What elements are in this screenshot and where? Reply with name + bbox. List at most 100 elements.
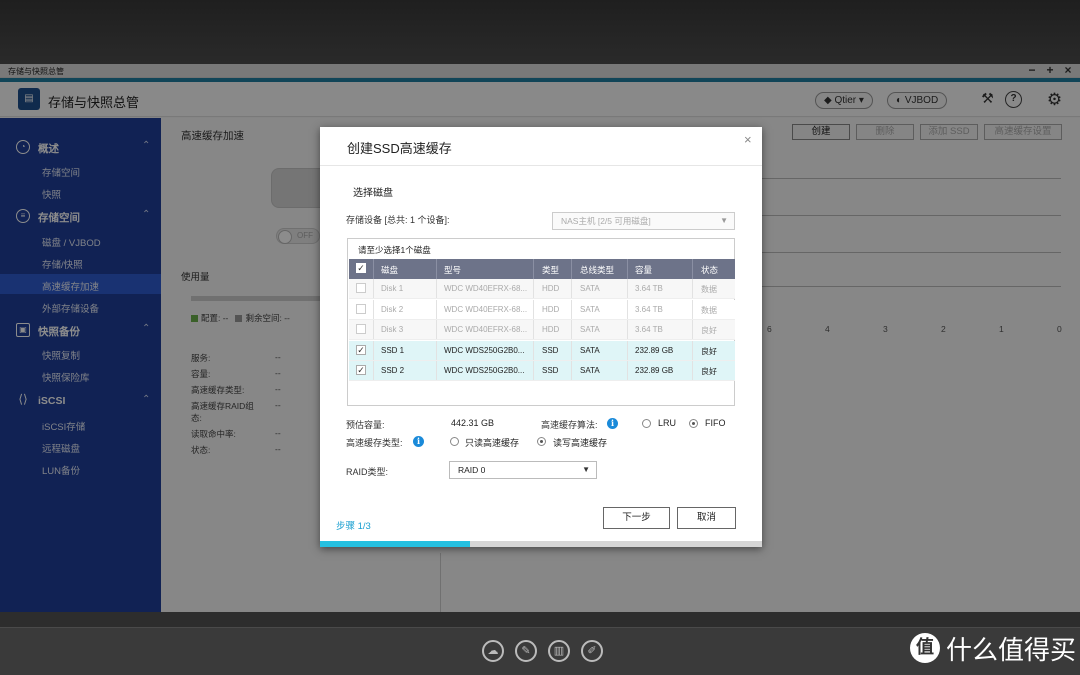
column-divider: [373, 320, 374, 339]
watermark-text: 什么值得买: [946, 635, 1077, 666]
row-checkbox: [356, 283, 366, 293]
book-icon[interactable]: ▥: [548, 640, 570, 662]
column-divider: [571, 299, 572, 319]
column-divider: [436, 340, 437, 360]
column-divider: [533, 320, 534, 339]
column-header-model: 型号: [444, 265, 462, 275]
column-divider: [692, 279, 693, 298]
table-hint: 请至少选择1个磁盘: [358, 245, 431, 255]
close-icon[interactable]: ×: [744, 132, 752, 147]
column-divider: [692, 320, 693, 339]
table-cell: 数据: [701, 305, 717, 315]
table-cell: SSD: [542, 366, 559, 375]
table-cell: SATA: [580, 284, 600, 293]
table-cell: WDC WDS250G2B0...: [444, 345, 525, 355]
column-divider: [436, 320, 437, 339]
table-cell: SATA: [580, 366, 600, 375]
table-cell: HDD: [542, 325, 560, 334]
section-title: 选择磁盘: [353, 188, 393, 199]
lru-radio[interactable]: [642, 419, 651, 428]
table-cell: WDC WD40EFRX-68...: [444, 284, 528, 293]
column-divider: [373, 259, 374, 279]
table-row: Disk 3 WDC WD40EFRX-68... HDD SATA 3.64 TB 良好: [349, 320, 735, 340]
raid-type-select[interactable]: RAID 0 ▼: [449, 461, 597, 479]
fifo-radio[interactable]: [689, 419, 698, 428]
table-row: Disk 1 WDC WD40EFRX-68... HDD SATA 3.64 TB 数据: [349, 279, 735, 299]
step-progress-fill: [320, 541, 471, 547]
table-cell: SSD 1: [381, 345, 405, 355]
cache-algorithm-label: 高速缓存算法:: [541, 420, 598, 430]
raid-type-value: RAID 0: [458, 465, 486, 475]
table-cell: Disk 2: [381, 304, 404, 314]
table-cell: WDC WD40EFRX-68...: [444, 325, 528, 334]
column-divider: [436, 361, 437, 380]
create-ssd-cache-dialog: 创建SSD高速缓存 × 选择磁盘 存储设备 [总共: 1 个设备]: NAS主机…: [320, 127, 762, 547]
table-cell: SSD: [542, 345, 559, 355]
fifo-label: FIFO: [705, 418, 726, 428]
table-cell: WDC WDS250G2B0...: [444, 366, 525, 375]
cloud-icon[interactable]: ☁: [482, 640, 504, 662]
column-divider: [692, 299, 693, 319]
column-header-status: 状态: [701, 265, 719, 275]
table-cell: 良好: [701, 346, 717, 356]
table-cell: HDD: [542, 284, 560, 293]
next-button[interactable]: 下一步: [603, 507, 670, 529]
desktop-background-top: [0, 0, 1080, 64]
table-cell: SSD 2: [381, 366, 405, 375]
disk-table: 请至少选择1个磁盘 ✓ 磁盘 型号 类型 总线类型 容量 状态 Disk 1 WD…: [347, 238, 735, 406]
table-cell: SATA: [580, 304, 600, 314]
table-header: ✓ 磁盘 型号 类型 总线类型 容量 状态: [349, 259, 735, 279]
storage-device-select[interactable]: NAS主机 [2/5 可用磁盘] ▼: [552, 212, 735, 230]
column-divider: [533, 279, 534, 298]
table-row[interactable]: ✓ SSD 1 WDC WDS250G2B0... SSD SATA 232.89 GB 良…: [349, 340, 735, 361]
column-divider: [533, 299, 534, 319]
select-all-checkbox[interactable]: ✓: [356, 263, 366, 273]
table-cell: Disk 1: [381, 284, 404, 293]
row-checkbox: [356, 303, 366, 314]
info-icon[interactable]: i: [413, 436, 424, 447]
table-cell: 3.64 TB: [635, 284, 663, 293]
column-divider: [627, 320, 628, 339]
table-cell: 良好: [701, 326, 717, 335]
table-cell: 3.64 TB: [635, 304, 663, 314]
chevron-down-icon: ▼: [720, 216, 728, 225]
table-row[interactable]: ✓ SSD 2 WDC WDS250G2B0... SSD SATA 232.89 GB 良…: [349, 361, 735, 381]
read-only-cache-radio[interactable]: [450, 437, 459, 446]
column-divider: [571, 361, 572, 380]
table-cell: 232.89 GB: [635, 345, 674, 355]
storage-device-label: 存储设备 [总共: 1 个设备]:: [346, 215, 450, 225]
row-checkbox[interactable]: ✓: [356, 365, 366, 375]
read-write-cache-radio[interactable]: [537, 437, 546, 446]
table-cell: HDD: [542, 304, 560, 314]
column-header-type: 类型: [542, 265, 560, 275]
column-divider: [373, 299, 374, 319]
row-checkbox[interactable]: ✓: [356, 344, 366, 355]
column-divider: [627, 340, 628, 360]
table-row: Disk 2 WDC WD40EFRX-68... HDD SATA 3.64 TB 数据: [349, 299, 735, 320]
read-write-cache-label: 读写高速缓存: [553, 438, 608, 448]
step-indicator: 步骤 1/3: [336, 521, 371, 532]
column-header-disk: 磁盘: [381, 265, 399, 275]
table-cell: 232.89 GB: [635, 366, 674, 375]
step-progress-bar: [320, 541, 762, 547]
column-divider: [373, 279, 374, 298]
table-cell: WDC WD40EFRX-68...: [444, 304, 528, 314]
read-only-cache-label: 只读高速缓存: [465, 438, 520, 448]
column-divider: [533, 340, 534, 360]
column-header-bus: 总线类型: [580, 265, 615, 275]
row-checkbox: [356, 324, 366, 334]
column-divider: [436, 279, 437, 298]
table-cell: SATA: [580, 325, 600, 334]
column-divider: [571, 320, 572, 339]
column-divider: [571, 259, 572, 279]
cancel-button[interactable]: 取消: [677, 507, 736, 529]
estimated-capacity-label: 预估容量:: [346, 420, 385, 430]
column-divider: [571, 340, 572, 360]
info-icon[interactable]: i: [607, 418, 618, 429]
column-divider: [436, 259, 437, 279]
tool-icon[interactable]: ✎: [515, 640, 537, 662]
watermark-logo: 值: [910, 633, 940, 663]
column-divider: [627, 259, 628, 279]
raid-type-label: RAID类型:: [346, 467, 389, 477]
notes-icon[interactable]: ✐: [581, 640, 603, 662]
